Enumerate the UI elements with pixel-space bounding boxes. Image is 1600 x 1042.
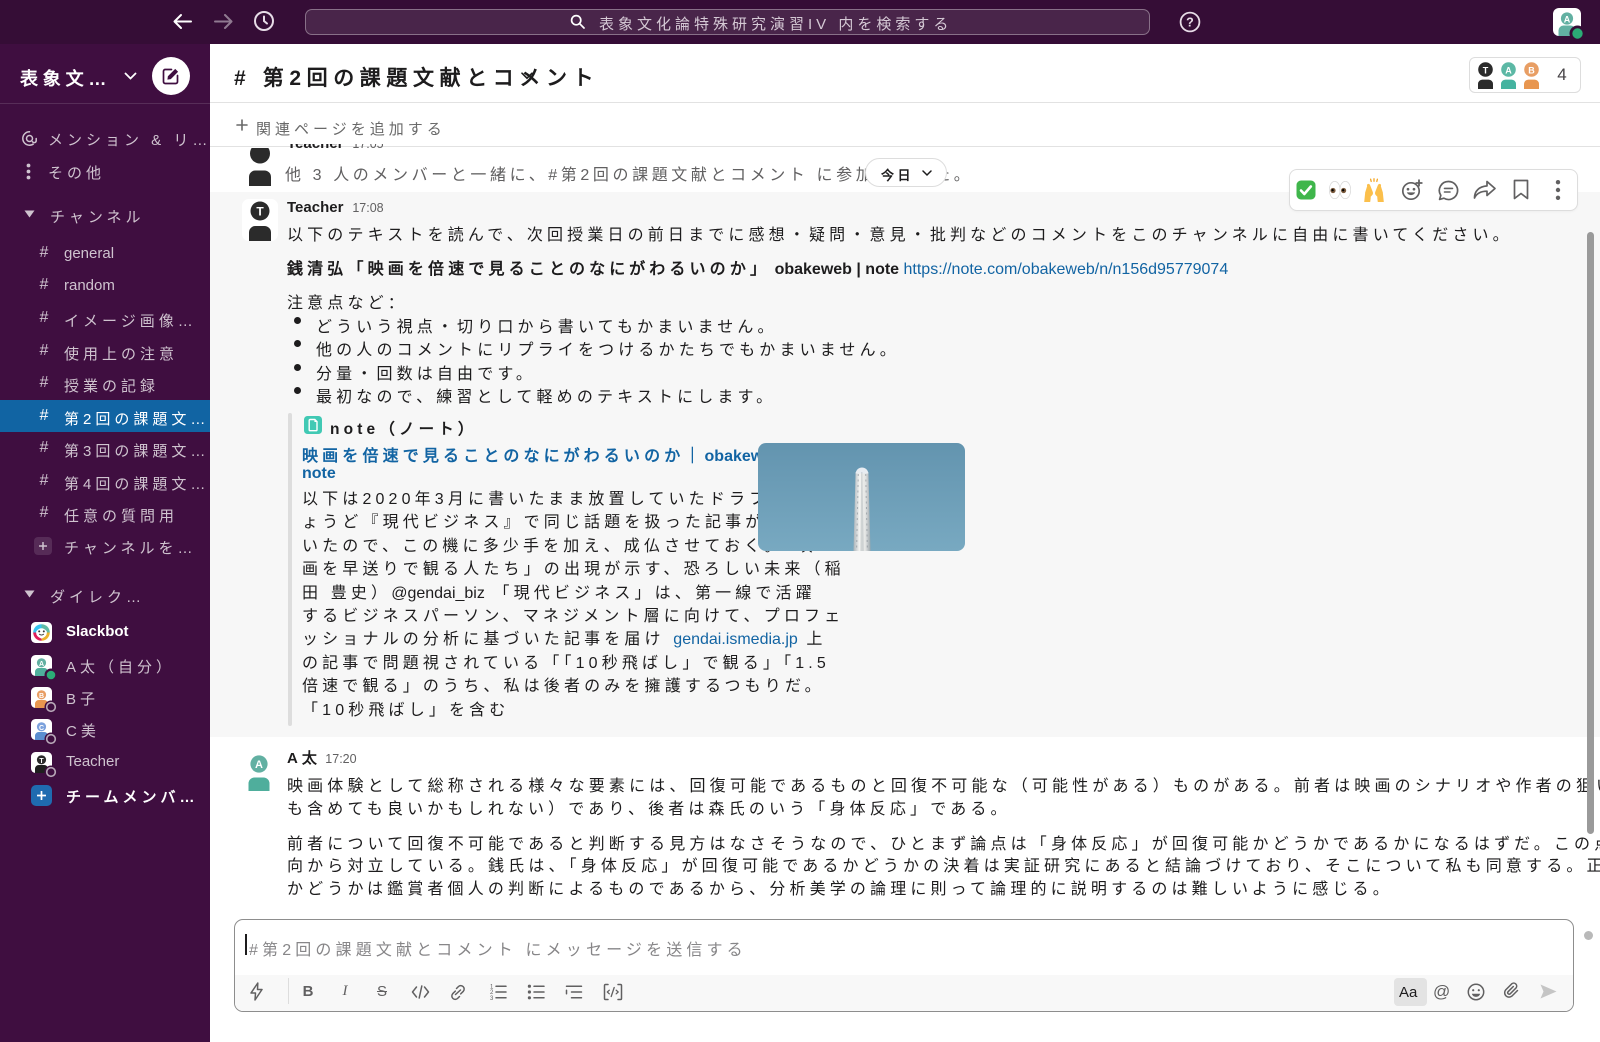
svg-text:T: T [256,205,264,219]
svg-text:A: A [1505,66,1512,76]
svg-text:T: T [39,758,44,765]
svg-text:3: 3 [490,996,494,1001]
svg-text:B: B [39,693,44,700]
svg-text:?: ? [1186,15,1194,29]
svg-text:B: B [1528,66,1535,76]
svg-text:C: C [39,725,44,732]
svg-text:A: A [255,759,263,771]
svg-text:A: A [1564,15,1571,25]
svg-text:A: A [39,661,44,668]
svg-text:T: T [1483,66,1489,76]
